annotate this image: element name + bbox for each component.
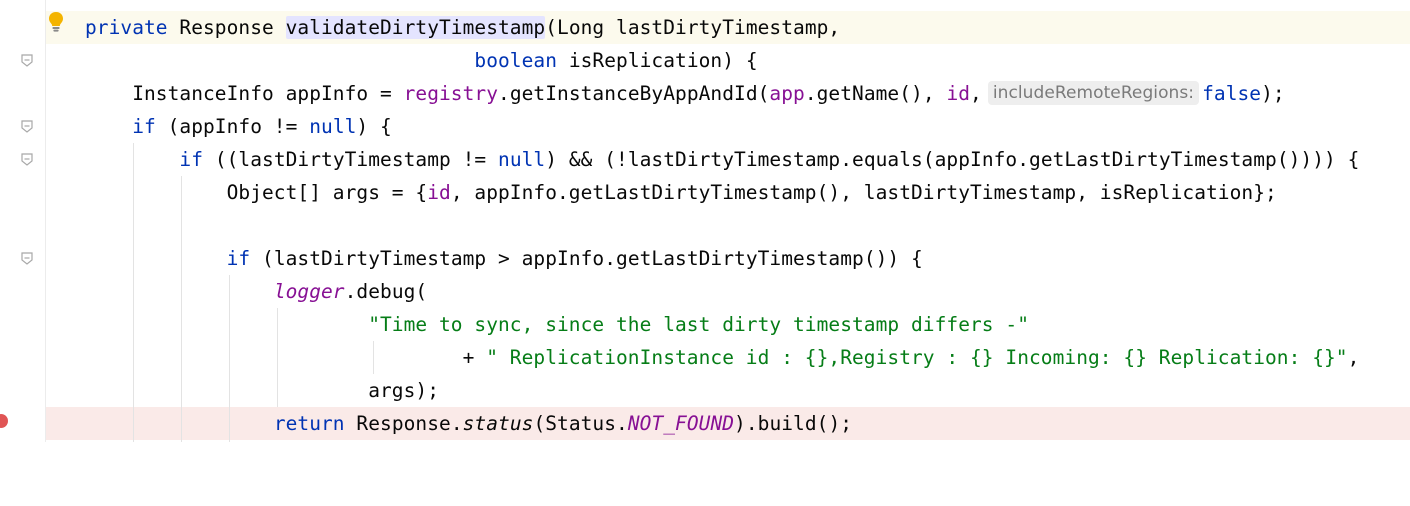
constant-not-found: NOT_FOUND xyxy=(627,412,735,435)
call: .getInstanceByAppAndId( xyxy=(498,82,770,105)
gutter-divider xyxy=(45,0,46,442)
keyword-return: return xyxy=(273,412,345,435)
condition: (appInfo != xyxy=(155,115,310,138)
editor-gutter[interactable] xyxy=(0,0,46,442)
keyword-private: private xyxy=(85,16,168,39)
indent-guide xyxy=(373,341,374,374)
field-id: id xyxy=(946,82,971,105)
response-ref: Response. xyxy=(344,412,463,435)
code-line-11[interactable]: + " ReplicationInstance id : {},Registry… xyxy=(0,341,1410,374)
call-end: ); xyxy=(1261,82,1285,105)
field-registry: registry xyxy=(403,82,499,105)
fold-marker-icon[interactable] xyxy=(20,252,34,266)
method-status: status xyxy=(462,412,534,435)
indent-guide xyxy=(229,275,230,442)
status-ref: (Status. xyxy=(533,412,628,435)
code-line-4[interactable]: if (appInfo != null) { xyxy=(0,110,1410,143)
code-line-3[interactable]: InstanceInfo appInfo = registry.getInsta… xyxy=(0,77,1410,110)
code-line-6[interactable]: Object[] args = {id, appInfo.getLastDirt… xyxy=(0,176,1410,209)
string-literal: " ReplicationInstance id : {},Registry :… xyxy=(486,346,1348,369)
build-call: ).build(); xyxy=(734,412,853,435)
return-type: Response xyxy=(167,16,286,39)
field-logger: logger xyxy=(273,280,345,303)
code-line-9[interactable]: logger.debug( xyxy=(0,275,1410,308)
indent-guide xyxy=(181,176,182,442)
condition-end: ) && (!lastDirtyTimestamp.equals(appInfo… xyxy=(545,148,1360,171)
string-literal: "Time to sync, since the last dirty time… xyxy=(368,313,1030,336)
keyword-if: if xyxy=(132,115,156,138)
fold-marker-icon[interactable] xyxy=(20,54,34,68)
code-line-1[interactable]: private Response validateDirtyTimestamp(… xyxy=(0,11,1410,44)
comma: , xyxy=(1347,346,1360,369)
code-line-10[interactable]: "Time to sync, since the last dirty time… xyxy=(0,308,1410,341)
code-line-12[interactable]: args); xyxy=(0,374,1410,407)
args-line: args); xyxy=(85,379,439,402)
keyword-if: if xyxy=(226,247,251,270)
keyword-if: if xyxy=(179,148,204,171)
condition: ((lastDirtyTimestamp != xyxy=(203,148,499,171)
param-list: (Long lastDirtyTimestamp, xyxy=(545,16,841,39)
field-id: id xyxy=(427,181,451,204)
decl: Object[] args = { xyxy=(85,181,428,204)
indent-guide xyxy=(133,143,134,442)
param-rest: isReplication) { xyxy=(557,49,758,72)
code-area[interactable]: private Response validateDirtyTimestamp(… xyxy=(0,0,1410,442)
field-app: app xyxy=(769,82,805,105)
lightbulb-icon[interactable] xyxy=(47,11,65,33)
indent-guide xyxy=(277,308,278,407)
fold-marker-icon[interactable] xyxy=(20,120,34,134)
keyword-null: null xyxy=(309,115,357,138)
decl: InstanceInfo appInfo = xyxy=(85,82,404,105)
keyword-boolean: boolean xyxy=(474,49,558,72)
condition-end: ) { xyxy=(356,115,392,138)
code-line-7[interactable] xyxy=(0,209,1410,242)
breakpoint-icon[interactable] xyxy=(0,414,8,428)
comma: , xyxy=(970,82,982,105)
fold-marker-icon[interactable] xyxy=(20,153,34,167)
concat: + xyxy=(85,346,487,369)
condition: (lastDirtyTimestamp > appInfo.getLastDir… xyxy=(250,247,923,270)
code-line-13[interactable]: return Response.status(Status.NOT_FOUND)… xyxy=(0,407,1410,440)
parameter-hint: includeRemoteRegions: xyxy=(987,81,1200,105)
keyword-null: null xyxy=(498,148,546,171)
code-line-8[interactable]: if (lastDirtyTimestamp > appInfo.getLast… xyxy=(0,242,1410,275)
code-editor[interactable]: private Response validateDirtyTimestamp(… xyxy=(0,0,1410,442)
method-name: validateDirtyTimestamp xyxy=(285,16,546,39)
call-getname: .getName(), xyxy=(804,82,947,105)
keyword-false: false xyxy=(1202,82,1262,105)
code-line-2[interactable]: boolean isReplication) { xyxy=(0,44,1410,77)
code-line-5[interactable]: if ((lastDirtyTimestamp != null) && (!la… xyxy=(0,143,1410,176)
decl-rest: , appInfo.getLastDirtyTimestamp(), lastD… xyxy=(450,181,1277,204)
call-debug: .debug( xyxy=(344,280,428,303)
